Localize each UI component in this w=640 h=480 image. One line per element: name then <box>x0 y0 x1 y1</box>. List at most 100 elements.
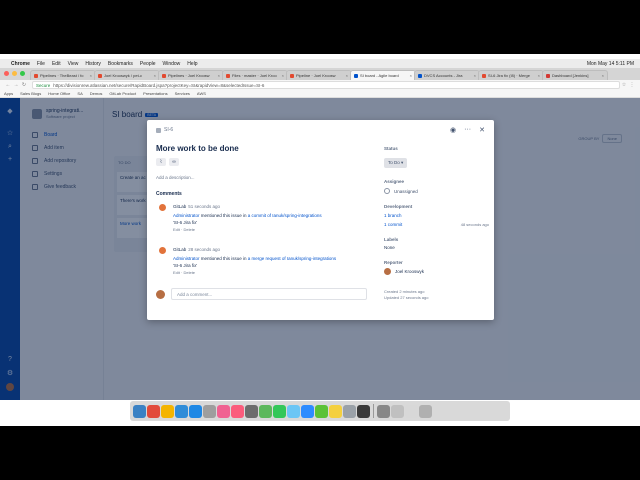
bookmark-item[interactable]: Presentations <box>143 91 167 96</box>
delete-comment-link[interactable]: Delete <box>183 270 195 275</box>
dock-app-icon[interactable] <box>133 404 146 418</box>
browser-tab[interactable]: Pipelines · TheBeast / fo × <box>30 70 96 80</box>
menu-history[interactable]: History <box>85 61 101 67</box>
reporter-label: Reporter <box>384 260 403 265</box>
mac-menubar: Chrome File Edit View History Bookmarks … <box>0 59 640 68</box>
more-actions-icon[interactable]: ··· <box>464 126 471 134</box>
menu-bookmarks[interactable]: Bookmarks <box>108 61 133 67</box>
merge-request-link[interactable]: a merge request of Ianuk/spring-integrat… <box>248 256 336 261</box>
jira-favicon-icon <box>354 73 358 78</box>
modal-actions: ◉ ··· ✕ <box>450 126 485 134</box>
add-comment-input[interactable]: Add a comment... <box>171 288 367 300</box>
user-link[interactable]: Administrator <box>173 256 200 261</box>
bookmark-item[interactable]: Services <box>175 91 190 96</box>
menu-view[interactable]: View <box>68 61 79 67</box>
forward-arrow-icon[interactable]: → <box>12 82 20 88</box>
labels-value[interactable]: None <box>384 245 489 250</box>
tab-close-icon[interactable]: × <box>90 73 92 78</box>
browser-tab[interactable]: SI-6 Jira fix (!8) · Merge × <box>478 70 544 80</box>
dock-app-icon[interactable] <box>245 404 258 418</box>
commit-link[interactable]: 1 commit <box>384 222 402 227</box>
reload-icon[interactable]: ↻ <box>20 82 28 88</box>
assignee-field[interactable]: Unassigned <box>384 188 489 194</box>
bookmark-item[interactable]: SA <box>77 91 82 96</box>
bookmark-item[interactable]: Sales Blogs <box>20 91 41 96</box>
issue-key[interactable]: SI-6 <box>156 127 173 133</box>
browser-tab-active[interactable]: SI board - Agile board × <box>350 70 416 80</box>
bookmark-item[interactable]: AWS <box>197 91 206 96</box>
dock-app-icon[interactable] <box>329 404 342 418</box>
dock-app-icon[interactable] <box>391 404 404 418</box>
tab-close-icon[interactable]: × <box>154 73 156 78</box>
tab-close-icon[interactable]: × <box>474 73 476 78</box>
reporter-field[interactable]: Joel Krooswyk <box>384 268 489 275</box>
edit-comment-link[interactable]: Edit <box>173 227 180 232</box>
gitlab-favicon-icon <box>34 73 38 78</box>
tab-close-icon[interactable]: × <box>538 73 540 78</box>
link-icon[interactable]: ∞ <box>169 158 179 166</box>
browser-tab[interactable]: Dashboard [Jenkins] × <box>542 70 608 80</box>
minimize-window-icon[interactable] <box>12 71 17 76</box>
dock-app-icon[interactable] <box>161 404 174 418</box>
browser-tab[interactable]: Pipelines · Joel Kroosw × <box>158 70 224 80</box>
maximize-window-icon[interactable] <box>20 71 25 76</box>
bookmark-item[interactable]: Demos <box>90 91 103 96</box>
dock-app-icon[interactable] <box>175 404 188 418</box>
watch-eye-icon[interactable]: ◉ <box>450 126 456 134</box>
menu-edit[interactable]: Edit <box>52 61 61 67</box>
menu-window[interactable]: Window <box>163 61 181 67</box>
description-placeholder[interactable]: Add a description... <box>156 175 195 180</box>
dock-app-icon[interactable] <box>287 404 300 418</box>
issue-title[interactable]: More work to be done <box>156 144 239 153</box>
star-icon[interactable]: ☆ <box>620 82 628 88</box>
dock-app-icon[interactable] <box>273 404 286 418</box>
tab-close-icon[interactable]: × <box>602 73 604 78</box>
tab-close-icon[interactable]: × <box>410 73 412 78</box>
menu-file[interactable]: File <box>37 61 45 67</box>
user-link[interactable]: Administrator <box>173 213 200 218</box>
dock-app-icon[interactable] <box>419 404 432 418</box>
bookmark-item[interactable]: Apps <box>4 91 13 96</box>
tab-close-icon[interactable]: × <box>346 73 348 78</box>
dock-app-icon[interactable] <box>315 404 328 418</box>
comment-author: GitLab <box>173 247 187 252</box>
dock-app-icon[interactable] <box>343 404 356 418</box>
dock-app-icon[interactable] <box>147 404 160 418</box>
dock-app-icon[interactable] <box>189 404 202 418</box>
browser-tab[interactable]: DVCS Accounts - Jira × <box>414 70 480 80</box>
status-dropdown[interactable]: To Do ▾ <box>384 158 408 168</box>
bookmark-item[interactable]: GitLab Product <box>109 91 136 96</box>
url-field[interactable]: Secure https://divisionrew.atlassian.net… <box>32 81 620 89</box>
commit-link[interactable]: a commit of Ianuk/spring-integrations <box>248 213 322 218</box>
branch-link[interactable]: 1 branch <box>384 213 402 218</box>
dock-app-icon[interactable] <box>203 404 216 418</box>
browser-tab[interactable]: Pipeline · Joel Kroosw × <box>286 70 352 80</box>
tab-close-icon[interactable]: × <box>282 73 284 78</box>
chrome-menu-icon[interactable]: ⋮ <box>628 82 636 88</box>
delete-comment-link[interactable]: Delete <box>183 227 195 232</box>
dock-app-icon[interactable] <box>217 404 230 418</box>
tab-close-icon[interactable]: × <box>218 73 220 78</box>
paperclip-icon[interactable]: ⌇ <box>156 158 166 166</box>
dock-app-icon[interactable] <box>357 404 370 418</box>
back-arrow-icon[interactable]: ← <box>4 82 12 88</box>
gitlab-favicon-icon <box>162 73 166 78</box>
browser-tab[interactable]: Files · master · Joel Kroo × <box>222 70 288 80</box>
edit-comment-link[interactable]: Edit <box>173 270 180 275</box>
updated-time: Updated 27 seconds ago <box>384 295 429 300</box>
close-window-icon[interactable] <box>4 71 9 76</box>
dock-app-icon[interactable] <box>405 404 418 418</box>
menu-people[interactable]: People <box>140 61 156 67</box>
add-comment-row: Add a comment... <box>156 288 367 300</box>
menubar-clock[interactable]: Mon May 14 5:11 PM <box>587 61 634 67</box>
dock-app-icon[interactable] <box>259 404 272 418</box>
menu-help[interactable]: Help <box>187 61 197 67</box>
close-icon[interactable]: ✕ <box>479 126 485 134</box>
dock-app-icon[interactable] <box>231 404 244 418</box>
dock-app-icon[interactable] <box>377 404 390 418</box>
gitlab-favicon-icon <box>98 73 102 78</box>
bookmark-item[interactable]: Home Office <box>48 91 70 96</box>
browser-tab[interactable]: Joel Krooswyk / pet-c × <box>94 70 160 80</box>
dock-app-icon[interactable] <box>301 404 314 418</box>
menu-chrome[interactable]: Chrome <box>11 61 30 67</box>
